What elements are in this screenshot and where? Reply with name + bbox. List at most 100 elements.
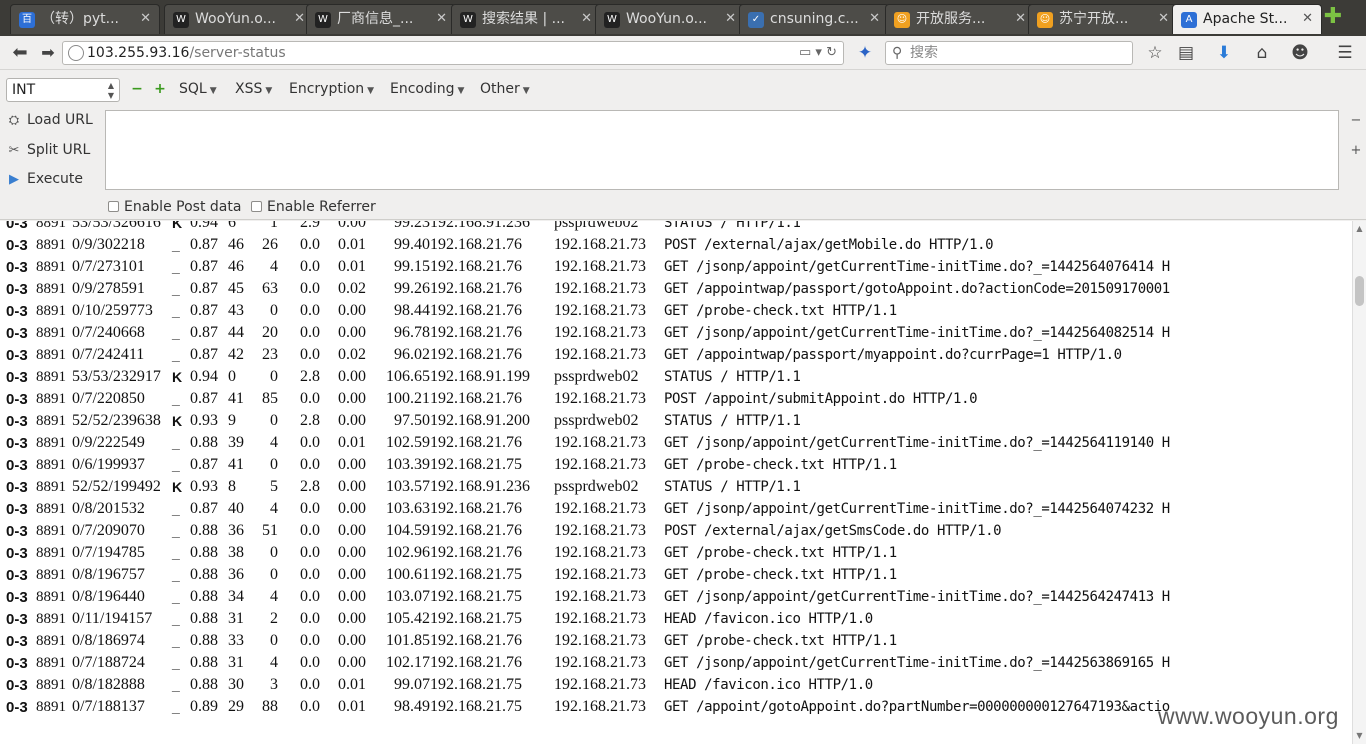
- home-icon[interactable]: ⌂: [1250, 41, 1274, 65]
- hackbar-menu-encryption[interactable]: Encryption ▼: [289, 79, 374, 99]
- search-bar[interactable]: ⚲: [885, 41, 1133, 65]
- cpu: 0.88: [190, 654, 218, 671]
- enable-referrer-checkbox[interactable]: Enable Referrer: [251, 198, 376, 216]
- table-row: 0-3 8891 0/6/199937 _ 0.87 41 0 0.0 0.00 103.39 19…: [6, 454, 1184, 476]
- collapse-minus-icon[interactable]: −: [1350, 113, 1362, 128]
- client-ip: 192.168.21.75: [430, 456, 522, 473]
- request-line: POST /appoint/submitAppoint.do HTTP/1.0: [664, 391, 978, 407]
- execute-button[interactable]: ▶ Execute: [6, 168, 83, 190]
- reload-icon[interactable]: ↻: [826, 45, 837, 60]
- reader-view-icon[interactable]: ▭: [799, 45, 811, 60]
- bookmark-star-icon[interactable]: ☆: [1143, 41, 1167, 65]
- split-url-button[interactable]: ✂ Split URL: [6, 139, 91, 161]
- enable-post-checkbox[interactable]: Enable Post data: [108, 198, 241, 216]
- hackbar-menu-other[interactable]: Other ▼: [480, 79, 530, 99]
- conn-kb: 0.0: [300, 522, 320, 539]
- tab-5[interactable]: W WooYun.o... ✕: [595, 4, 745, 34]
- vertical-scrollbar[interactable]: ▲ ▼: [1352, 221, 1366, 744]
- tab-1[interactable]: 百 （转）pyt... ✕: [10, 4, 160, 34]
- addon-icon[interactable]: ✦: [853, 41, 877, 65]
- vhost: 192.168.21.73: [554, 676, 646, 693]
- new-tab-button[interactable]: ✚: [1320, 6, 1346, 30]
- server-number: 0-3: [6, 676, 28, 694]
- vhost: 192.168.21.73: [554, 324, 646, 341]
- request-ms: 2: [270, 610, 278, 627]
- search-input[interactable]: [910, 44, 1120, 62]
- scroll-down-icon[interactable]: ▼: [1353, 731, 1366, 740]
- close-tab-icon[interactable]: ✕: [294, 5, 305, 33]
- client-ip: 192.168.21.76: [430, 434, 522, 451]
- close-tab-icon[interactable]: ✕: [140, 5, 151, 33]
- back-button[interactable]: ⬅: [8, 41, 32, 65]
- hackbar-type-select[interactable]: INT ▲ ▼: [6, 78, 120, 102]
- load-url-button[interactable]: ⛭ Load URL: [6, 109, 93, 131]
- slot-mb: 98.44: [394, 302, 430, 319]
- url-bar[interactable]: 103.255.93.16/server-status ▭ ▾ ↻: [62, 41, 844, 65]
- wooyun-icon: W: [315, 12, 331, 28]
- forward-button[interactable]: ➡: [36, 41, 60, 65]
- decrease-button[interactable]: −: [130, 79, 144, 99]
- slot-mb: 105.42: [386, 610, 430, 627]
- client-ip: 192.168.91.199: [430, 368, 530, 385]
- slot-mb: 103.07: [386, 588, 430, 605]
- bookmarks-menu-icon[interactable]: ▤: [1174, 41, 1198, 65]
- close-tab-icon[interactable]: ✕: [581, 5, 592, 33]
- request-line: GET /jsonp/appoint/getCurrentTime-initTi…: [664, 259, 1170, 275]
- cpu: 0.88: [190, 676, 218, 693]
- mode: K: [172, 221, 183, 231]
- close-tab-icon[interactable]: ✕: [869, 5, 880, 33]
- accesses: 0/6/199937: [72, 456, 145, 473]
- child-mb: 0.01: [338, 236, 366, 253]
- request-ms: 4: [270, 500, 278, 517]
- hackbar-menu-xss[interactable]: XSS ▼: [235, 79, 272, 99]
- table-row: 0-3 8891 52/52/199492 K 0.93 8 5 2.8 0.00 103.57 1…: [6, 476, 1184, 498]
- close-tab-icon[interactable]: ✕: [725, 5, 736, 33]
- increase-button[interactable]: +: [153, 79, 167, 99]
- accesses: 0/9/222549: [72, 434, 145, 451]
- scroll-up-icon[interactable]: ▲: [1353, 224, 1366, 233]
- close-tab-icon[interactable]: ✕: [1015, 5, 1026, 33]
- hackbar-menu-encoding[interactable]: Encoding ▼: [390, 79, 464, 99]
- close-tab-icon[interactable]: ✕: [1302, 5, 1313, 33]
- enable-post-label: Enable Post data: [124, 199, 242, 215]
- conn-kb: 0.0: [300, 280, 320, 297]
- conn-kb: 0.0: [300, 324, 320, 341]
- menu-icon[interactable]: ☰: [1333, 41, 1357, 65]
- accesses: 0/7/209070: [72, 522, 145, 539]
- tab-2[interactable]: W WooYun.o... ✕: [164, 4, 314, 34]
- chat-icon[interactable]: ☻: [1288, 41, 1312, 65]
- slot-mb: 99.40: [394, 236, 430, 253]
- expand-plus-icon[interactable]: +: [1350, 143, 1362, 158]
- pid: 8891: [36, 280, 66, 297]
- downloads-icon[interactable]: ⬇: [1212, 41, 1236, 65]
- tab-9[interactable]: A Apache St... ✕: [1172, 4, 1322, 34]
- pid: 8891: [36, 346, 66, 363]
- checkbox-box[interactable]: [251, 201, 262, 212]
- slot-mb: 99.26: [394, 280, 430, 297]
- child-mb: 0.00: [338, 588, 366, 605]
- client-ip: 192.168.91.236: [430, 478, 530, 495]
- pid: 8891: [36, 324, 66, 341]
- hackbar-url-textarea[interactable]: [105, 110, 1339, 190]
- tab-6[interactable]: ✓ cnsuning.c... ✕: [739, 4, 889, 34]
- tab-3[interactable]: W 厂商信息_... ✕: [306, 4, 456, 34]
- seconds-since: 43: [228, 302, 244, 319]
- close-tab-icon[interactable]: ✕: [1158, 5, 1169, 33]
- request-ms: 0: [270, 302, 278, 319]
- seconds-since: 41: [228, 390, 244, 407]
- tab-4[interactable]: W 搜索结果 | ... ✕: [451, 4, 601, 34]
- checkbox-box[interactable]: [108, 201, 119, 212]
- url-text[interactable]: 103.255.93.16/server-status: [87, 42, 286, 64]
- dropdown-arrow-icon[interactable]: ▾: [815, 45, 822, 60]
- scrollbar-thumb[interactable]: [1355, 276, 1364, 306]
- tab-7[interactable]: ☺ 开放服务... ✕: [885, 4, 1035, 34]
- page-content: 0-3 8891 53/53/326616 K 0.94 6 1 2.9 0.00 99.23 19…: [0, 221, 1352, 744]
- client-ip: 192.168.21.76: [430, 324, 522, 341]
- mode: K: [172, 479, 183, 495]
- conn-kb: 0.0: [300, 258, 320, 275]
- close-tab-icon[interactable]: ✕: [436, 5, 447, 33]
- accesses: 0/7/240668: [72, 324, 145, 341]
- hackbar-menu-sql[interactable]: SQL ▼: [179, 79, 217, 99]
- tab-8[interactable]: ☺ 苏宁开放... ✕: [1028, 4, 1178, 34]
- cpu: 0.88: [190, 588, 218, 605]
